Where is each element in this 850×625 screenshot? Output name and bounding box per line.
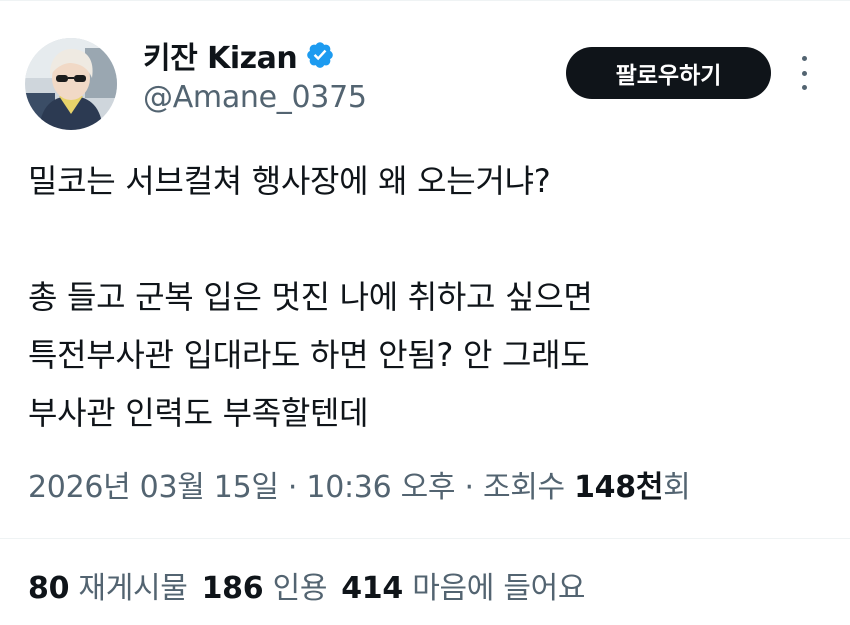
views-count: 148천 [574, 470, 664, 505]
reposts-label: 재게시물 [78, 571, 188, 606]
avatar[interactable] [25, 38, 117, 130]
likes-count: 414 [341, 571, 403, 606]
tweet-line: 총 들고 군복 입은 멋진 나에 취하고 싶으면 [28, 278, 593, 316]
tweet-meta: 2026년 03월 15일 · 10:36 오후 · 조회수 148천회 [28, 462, 691, 506]
verified-badge-icon [305, 40, 335, 70]
tweet-text: 밀코는 서브컬쳐 행사장에 왜 오는거냐? 총 들고 군복 입은 멋진 나에 취… [28, 152, 828, 442]
display-name[interactable]: 키잔 Kizan [143, 33, 298, 77]
quotes-label: 인용 [272, 571, 328, 606]
top-divider [0, 0, 850, 1]
tweet-line: 부사관 인력도 부족할텐데 [28, 394, 369, 432]
engagement-stats: 80 재게시물 186 인용 414 마음에 들어요 [28, 563, 586, 607]
stats-divider [0, 538, 850, 539]
tweet-line: 특전부사관 입대라도 하면 안됨? 안 그래도 [28, 336, 590, 374]
tweet-time[interactable]: 10:36 오후 [306, 470, 455, 505]
tweet-line: 밀코는 서브컬쳐 행사장에 왜 오는거냐? [28, 162, 551, 200]
handle[interactable]: @Amane_0375 [143, 80, 367, 115]
likes-label: 마음에 들어요 [412, 571, 586, 606]
quotes-count: 186 [201, 571, 264, 606]
views-suffix: 회 [663, 470, 691, 505]
meta-separator: · [464, 470, 483, 505]
author-name-row: 키잔 Kizan [143, 34, 335, 76]
views-prefix: 조회수 [482, 470, 565, 505]
reposts-count: 80 [28, 571, 70, 606]
more-options-icon[interactable] [798, 56, 810, 90]
reposts-stat[interactable]: 80 재게시물 [28, 563, 188, 607]
quotes-stat[interactable]: 186 인용 [202, 563, 328, 607]
meta-separator: · [287, 470, 307, 505]
follow-button[interactable]: 팔로우하기 [566, 47, 771, 99]
avatar-image [25, 38, 117, 130]
likes-stat[interactable]: 414 마음에 들어요 [341, 563, 585, 607]
tweet-date[interactable]: 2026년 03월 15일 [28, 470, 279, 505]
